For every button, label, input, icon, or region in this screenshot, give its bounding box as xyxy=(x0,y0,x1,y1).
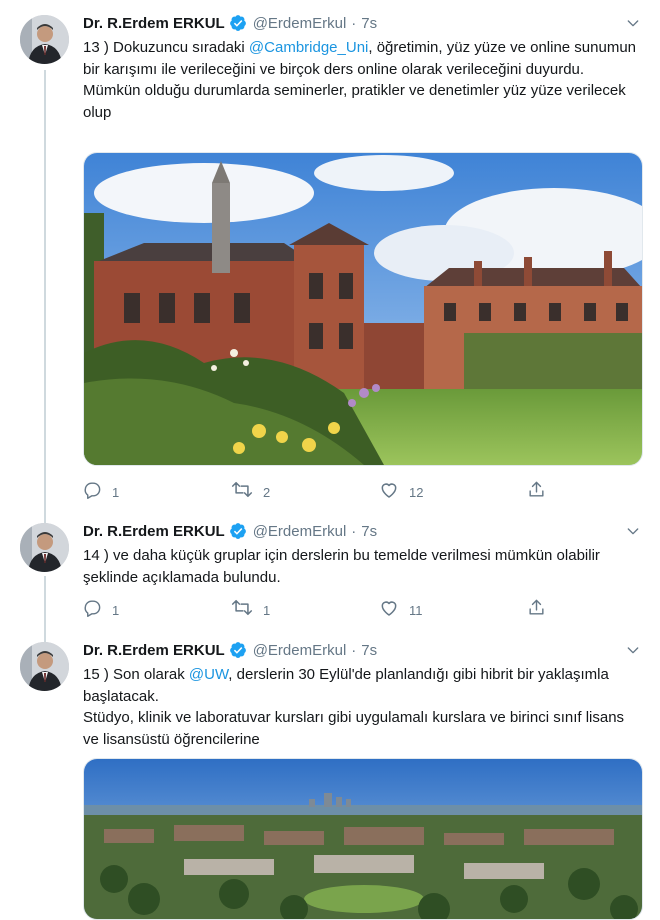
separator-dot: · xyxy=(351,14,357,32)
retweet-icon xyxy=(231,480,253,504)
reply-button[interactable]: 1 xyxy=(83,598,119,622)
avatar[interactable] xyxy=(20,523,69,572)
like-count: 12 xyxy=(409,484,424,500)
mention-link[interactable]: @UW xyxy=(189,666,228,683)
author-name[interactable]: Dr. R.Erdem ERKUL xyxy=(83,642,225,659)
heart-icon xyxy=(379,480,399,504)
text-paragraph: 14 ) ve daha küçük gruplar için dersleri… xyxy=(83,547,600,586)
tweet-photo[interactable] xyxy=(83,152,643,466)
tweet-header: Dr. R.Erdem ERKUL @ErdemErkul · 7s xyxy=(83,640,377,660)
author-handle[interactable]: @ErdemErkul xyxy=(253,15,347,32)
chevron-down-icon[interactable] xyxy=(622,12,644,34)
tweet-text: 15 ) Son olarak @UW, derslerin 30 Eylül'… xyxy=(83,664,643,750)
timestamp[interactable]: 7s xyxy=(361,15,377,32)
avatar[interactable] xyxy=(20,15,69,64)
tweet-actions: 1 2 12 xyxy=(83,480,553,500)
reply-button[interactable]: 1 xyxy=(83,480,119,504)
tweet-photo[interactable] xyxy=(83,758,643,920)
tweet-header: Dr. R.Erdem ERKUL @ErdemErkul · 7s xyxy=(83,13,377,33)
timestamp[interactable]: 7s xyxy=(361,523,377,540)
author-handle[interactable]: @ErdemErkul xyxy=(253,523,347,540)
timestamp[interactable]: 7s xyxy=(361,642,377,659)
text-paragraph: Stüdyo, klinik ve laboratuvar kursları g… xyxy=(83,709,625,748)
tweet-text: 14 ) ve daha küçük gruplar için dersleri… xyxy=(83,545,643,588)
verified-badge-icon xyxy=(229,641,247,659)
reply-count: 1 xyxy=(112,484,120,500)
thread-line xyxy=(44,70,46,515)
reply-count: 1 xyxy=(112,602,120,618)
author-handle[interactable]: @ErdemErkul xyxy=(253,642,347,659)
thread-line xyxy=(44,515,46,523)
tweet-actions: 1 1 11 xyxy=(83,598,553,618)
avatar[interactable] xyxy=(20,642,69,691)
tweet-14[interactable]: Dr. R.Erdem ERKUL @ErdemErkul · 7s 14 ) … xyxy=(0,515,660,634)
tweet-text: 13 ) Dokuzuncu sıradaki @Cambridge_Uni, … xyxy=(83,37,643,123)
retweet-count: 1 xyxy=(263,602,271,618)
share-button[interactable] xyxy=(527,598,546,622)
retweet-button[interactable]: 2 xyxy=(231,480,270,504)
author-name[interactable]: Dr. R.Erdem ERKUL xyxy=(83,523,225,540)
verified-badge-icon xyxy=(229,522,247,540)
retweet-button[interactable]: 1 xyxy=(231,598,270,622)
thread-line xyxy=(44,634,46,642)
text-segment: 15 ) Son olarak xyxy=(83,666,189,683)
heart-icon xyxy=(379,598,399,622)
reply-icon xyxy=(83,480,102,504)
text-paragraph: Mümkün olduğu durumlarda seminerler, pra… xyxy=(83,82,626,121)
share-icon xyxy=(527,480,546,504)
chevron-down-icon[interactable] xyxy=(622,520,644,542)
retweet-icon xyxy=(231,598,253,622)
tweet-13[interactable]: Dr. R.Erdem ERKUL @ErdemErkul · 7s 13 ) … xyxy=(0,0,660,515)
mention-link[interactable]: @Cambridge_Uni xyxy=(249,39,368,56)
share-button[interactable] xyxy=(527,480,546,504)
photo-uw-campus-aerial xyxy=(84,759,642,919)
verified-badge-icon xyxy=(229,14,247,32)
like-button[interactable]: 11 xyxy=(379,598,423,622)
tweet-header: Dr. R.Erdem ERKUL @ErdemErkul · 7s xyxy=(83,521,377,541)
text-segment: 13 ) Dokuzuncu sıradaki xyxy=(83,39,249,56)
retweet-count: 2 xyxy=(263,484,271,500)
separator-dot: · xyxy=(351,641,357,659)
reply-icon xyxy=(83,598,102,622)
share-icon xyxy=(527,598,546,622)
thread-line xyxy=(44,576,46,634)
photo-cambridge-college xyxy=(84,153,642,465)
separator-dot: · xyxy=(351,522,357,540)
author-name[interactable]: Dr. R.Erdem ERKUL xyxy=(83,15,225,32)
like-count: 11 xyxy=(409,602,423,618)
tweet-15[interactable]: Dr. R.Erdem ERKUL @ErdemErkul · 7s 15 ) … xyxy=(0,634,660,920)
chevron-down-icon[interactable] xyxy=(622,639,644,661)
like-button[interactable]: 12 xyxy=(379,480,423,504)
